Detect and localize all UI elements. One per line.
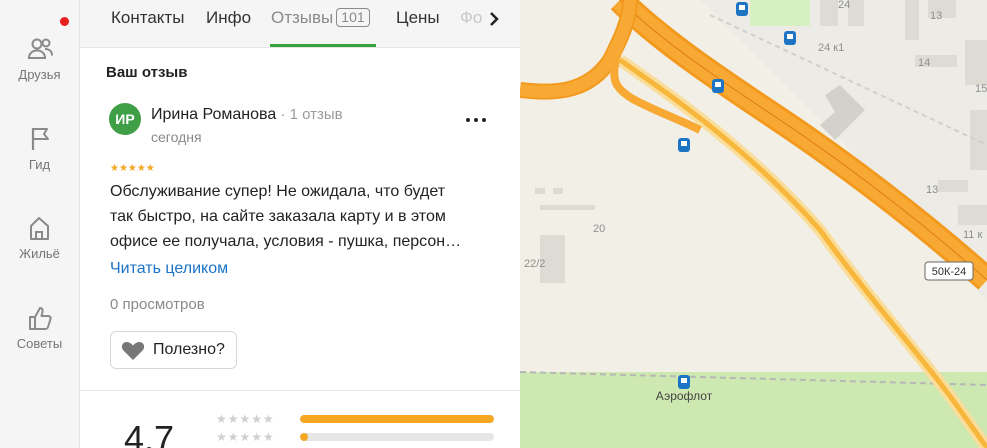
review-text-line: так быстро, на сайте заказала карту и в … <box>110 208 446 225</box>
review-text-line: Обслуживание супер! Не ожидала, что буде… <box>110 183 446 200</box>
tab-photos[interactable]: Фо <box>460 8 482 28</box>
helpful-button[interactable]: Полезно? <box>110 331 237 369</box>
review-text: Обслуживание супер! Не ожидала, что буде… <box>110 179 495 254</box>
rail-label-housing: Жильё <box>19 246 60 261</box>
helpful-label: Полезно? <box>153 341 225 358</box>
avatar[interactable]: ИР <box>109 103 141 135</box>
tab-reviews-label: Отзывы <box>271 8 334 27</box>
place-panel: Контакты Инфо Отзывы 101 Цены Фо Ваш отзы… <box>80 0 520 448</box>
rating-bar-fill <box>300 433 308 441</box>
bus-stop-icon[interactable] <box>784 31 796 45</box>
rail-label-friends: Друзья <box>18 67 61 82</box>
rail-label-tips: Советы <box>16 336 63 351</box>
section-title: Ваш отзыв <box>106 64 188 81</box>
rail-label-guide: Гид <box>28 157 51 172</box>
map-label: 24 <box>838 0 850 11</box>
tab-info[interactable]: Инфо <box>206 8 251 28</box>
bus-stop-icon[interactable] <box>678 375 690 389</box>
heart-icon <box>121 342 145 360</box>
tab-bar: Контакты Инфо Отзывы 101 Цены Фо <box>80 0 520 48</box>
read-more-link[interactable]: Читать целиком <box>110 260 228 278</box>
map-label: 20 <box>593 223 605 235</box>
rail-item-housing[interactable]: Жильё <box>0 213 79 261</box>
author-name: Ирина Романова <box>151 106 277 123</box>
tab-reviews[interactable]: Отзывы 101 <box>271 8 370 28</box>
map-label: 11 к <box>963 229 982 241</box>
rating-bar <box>300 433 494 441</box>
park-area <box>750 0 810 26</box>
views-count: 0 просмотров <box>110 296 205 313</box>
rail-item-friends[interactable]: Друзья <box>0 34 79 82</box>
house-icon <box>29 217 49 240</box>
chevron-right-icon[interactable] <box>484 9 504 29</box>
map[interactable]: 24 13 24 к1 14 15 13 11 к 20 22/2 50К-24… <box>520 0 987 448</box>
review-stars: ★★★★★ <box>110 163 155 174</box>
section-divider <box>80 390 520 391</box>
bus-stop-label: Аэрофлот <box>656 389 713 403</box>
map-label: 13 <box>926 184 938 196</box>
bus-stop-icon[interactable] <box>712 79 724 93</box>
thumbs-up-icon <box>28 307 52 330</box>
bus-stop-icon[interactable] <box>736 2 748 16</box>
rating-bar <box>300 415 494 423</box>
overall-rating: 4,7 <box>124 418 175 448</box>
road-sign-label: 50К-24 <box>932 266 967 278</box>
review-author[interactable]: Ирина Романова · 1 отзыв <box>151 106 343 124</box>
author-review-count: · 1 отзыв <box>276 106 343 123</box>
reviews-count-badge: 101 <box>336 8 370 27</box>
left-rail: Друзья Гид Жильё Советы <box>0 0 80 448</box>
flag-icon <box>31 128 49 150</box>
notification-dot <box>60 17 69 26</box>
friends-icon <box>27 38 53 59</box>
rail-item-tips[interactable]: Советы <box>0 303 79 351</box>
rating-row-stars: ★★★★★ <box>216 430 275 444</box>
map-label: 22/2 <box>524 258 545 270</box>
more-options-icon[interactable] <box>464 108 488 132</box>
map-label: 24 к1 <box>818 42 844 54</box>
rating-bar-fill <box>300 415 494 423</box>
map-label: 13 <box>930 10 942 22</box>
tab-contacts[interactable]: Контакты <box>111 8 184 28</box>
review-date: сегодня <box>151 129 202 145</box>
map-label: 15 <box>975 83 987 95</box>
tab-prices[interactable]: Цены <box>396 8 440 28</box>
active-tab-indicator <box>270 44 376 47</box>
map-label: 14 <box>918 57 930 69</box>
rating-row-stars: ★★★★★ <box>216 412 275 426</box>
bus-stop-icon[interactable] <box>678 138 690 152</box>
rail-item-guide[interactable]: Гид <box>0 124 79 172</box>
review-text-line: офисе ее получала, условия - пушка, перс… <box>110 233 462 250</box>
green-field <box>520 372 987 448</box>
